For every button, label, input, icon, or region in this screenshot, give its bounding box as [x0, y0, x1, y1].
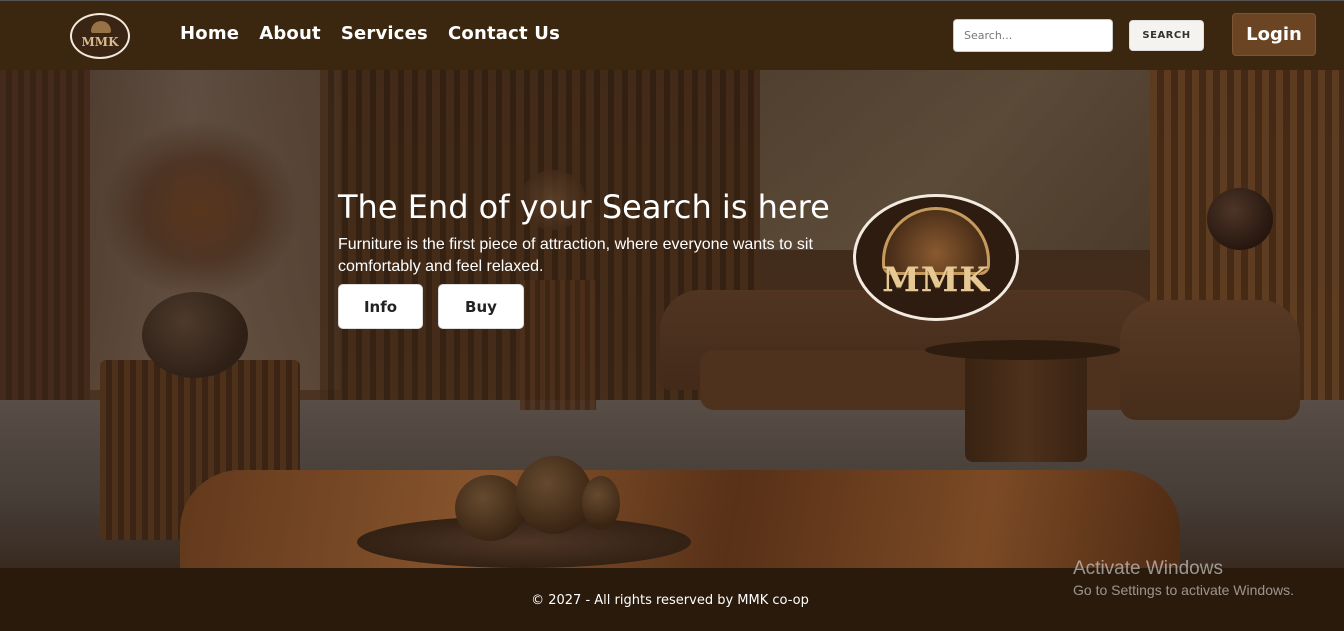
hero-title: The End of your Search is here	[338, 188, 830, 226]
hero-section: The End of your Search is here Furniture…	[0, 70, 1344, 568]
furniture-emblem-icon	[91, 21, 111, 33]
search-input[interactable]	[953, 19, 1113, 52]
brand-logo-text: MMK	[81, 35, 119, 49]
hero-subtitle: Furniture is the first piece of attracti…	[338, 236, 813, 275]
windows-activation-watermark: Activate Windows Go to Settings to activ…	[1073, 558, 1294, 598]
info-button[interactable]: Info	[338, 284, 423, 329]
brand-logo[interactable]: MMK	[70, 13, 130, 59]
buy-button[interactable]: Buy	[438, 284, 524, 329]
search-button[interactable]: SEARCH	[1129, 20, 1204, 51]
watermark-title: Activate Windows	[1073, 558, 1223, 579]
login-button[interactable]: Login	[1232, 13, 1316, 56]
nav-link-home[interactable]: Home	[180, 23, 239, 44]
hero-brand-logo-text: MMK	[882, 260, 990, 300]
main-nav: Home About Services Contact Us	[180, 23, 560, 44]
navbar: MMK Home About Services Contact Us SEARC…	[0, 0, 1344, 70]
nav-link-contact-us[interactable]: Contact Us	[448, 23, 560, 44]
nav-link-services[interactable]: Services	[341, 23, 428, 44]
nav-link-about[interactable]: About	[259, 23, 321, 44]
hero-overlay	[0, 70, 1344, 568]
watermark-subtitle: Go to Settings to activate Windows.	[1073, 582, 1294, 598]
hero-brand-logo: MMK	[853, 194, 1019, 321]
